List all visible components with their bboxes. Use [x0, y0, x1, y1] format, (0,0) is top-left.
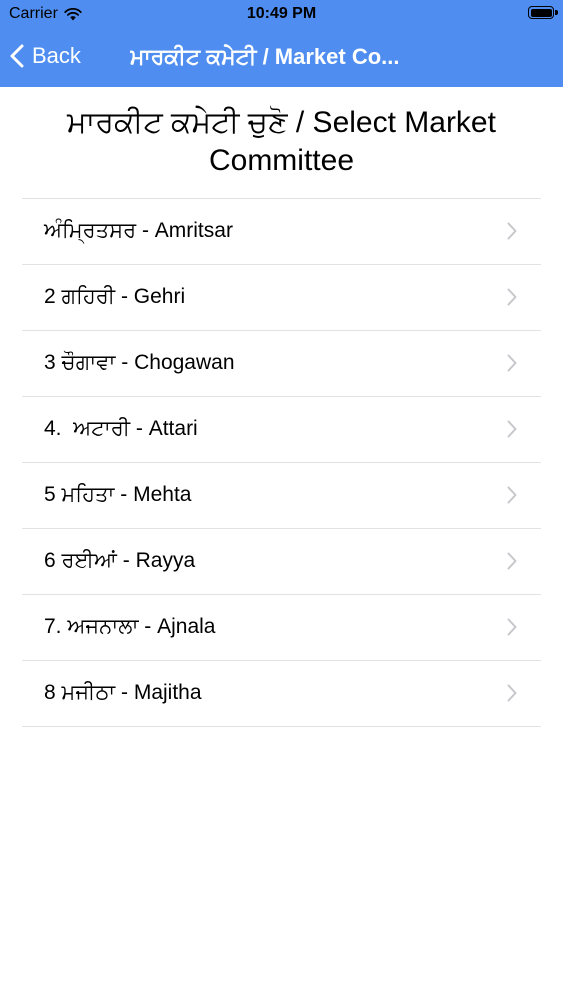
committee-list: ਅੰਮ੍ਰਿਤਸਰ - Amritsar 2 ਗਹਿਰੀ - Gehri 3 ਚ…: [22, 198, 541, 727]
list-item-label: 5 ਮਹਿਤਾ - Mehta: [44, 483, 192, 506]
battery-icon: [528, 6, 558, 19]
list-item-label: 7. ਅਜਨਾਲਾ - Ajnala: [44, 615, 216, 638]
chevron-right-icon: [507, 552, 517, 570]
list-item[interactable]: 6 ਰਈਆਂ - Rayya: [22, 529, 541, 595]
nav-title: ਮਾਰਕੀਟ ਕਮੇਟੀ / Market Co...: [130, 44, 400, 69]
chevron-right-icon: [507, 420, 517, 438]
chevron-right-icon: [507, 684, 517, 702]
chevron-right-icon: [507, 354, 517, 372]
chevron-left-icon: [10, 44, 24, 68]
back-label: Back: [32, 43, 81, 68]
list-item[interactable]: 2 ਗਹਿਰੀ - Gehri: [22, 265, 541, 331]
top-bar: Carrier 10:49 PM Back ਮਾਰਕੀਟ ਕਮੇਟੀ / Mar…: [0, 0, 563, 87]
status-time: 10:49 PM: [246, 5, 317, 22]
navigation-bar: Back ਮਾਰਕੀਟ ਕਮੇਟੀ / Market Co...: [0, 30, 563, 87]
chevron-right-icon: [507, 618, 517, 636]
list-item-label: 8 ਮਜੀਠਾ - Majitha: [44, 681, 202, 704]
list-item-label: 3 ਚੌਗਾਵਾ - Chogawan: [44, 351, 235, 374]
screen: Carrier 10:49 PM Back ਮਾਰਕੀਟ ਕਮੇਟੀ / Mar…: [0, 0, 563, 1000]
list-item[interactable]: 7. ਅਜਨਾਲਾ - Ajnala: [22, 595, 541, 661]
list-item[interactable]: 4. ਅਟਾਰੀ - Attari: [22, 397, 541, 463]
status-bar: Carrier 10:49 PM: [0, 0, 563, 30]
back-button[interactable]: Back: [10, 40, 81, 72]
chevron-right-icon: [507, 222, 517, 240]
list-item[interactable]: 5 ਮਹਿਤਾ - Mehta: [22, 463, 541, 529]
list-item-label: 2 ਗਹਿਰੀ - Gehri: [44, 285, 186, 308]
list-item-label: 6 ਰਈਆਂ - Rayya: [44, 549, 196, 572]
list-item-label: ਅੰਮ੍ਰਿਤਸਰ - Amritsar: [44, 219, 233, 242]
list-item-label: 4. ਅਟਾਰੀ - Attari: [44, 417, 198, 440]
list-item[interactable]: 3 ਚੌਗਾਵਾ - Chogawan: [22, 331, 541, 397]
chevron-right-icon: [507, 288, 517, 306]
list-item[interactable]: 8 ਮਜੀਠਾ - Majitha: [22, 661, 541, 727]
chevron-right-icon: [507, 486, 517, 504]
page-title: ਮਾਰਕੀਟ ਕਮੇਟੀ ਚੁਣੋ / Select Market Commit…: [67, 106, 496, 177]
list-item[interactable]: ਅੰਮ੍ਰਿਤਸਰ - Amritsar: [22, 199, 541, 265]
